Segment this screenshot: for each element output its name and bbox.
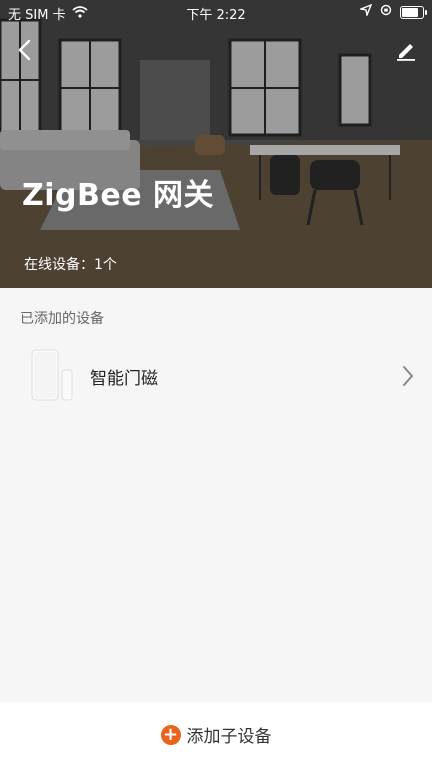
chevron-right-icon [400,364,416,388]
door-sensor-image [30,348,74,402]
battery-icon [400,5,427,19]
add-sub-device-label: 添加子设备 [186,727,272,747]
add-sub-device-button[interactable]: + 添加子设备 [0,722,432,747]
edit-button[interactable] [394,38,418,62]
section-label: 已添加的设备 [20,311,104,327]
chevron-left-icon [18,39,31,61]
room-background-image [0,0,432,288]
device-name: 智能门磁 [90,369,158,389]
orientation-lock-icon [380,4,392,20]
status-bar: 无 SIM 卡 下午 2:22 [0,0,432,24]
bottom-bar: + 添加子设备 [0,702,432,768]
page-title: ZigBee 网关 [22,178,215,213]
online-device-count: 在线设备：1个 [24,257,117,273]
back-button[interactable] [14,38,38,62]
location-arrow-icon [358,3,373,20]
pencil-icon [397,44,415,61]
hero-banner: 无 SIM 卡 下午 2:22 ZigBee 网关 在线设备：1个 [0,0,432,288]
device-row[interactable]: 智能门磁 [0,340,432,410]
plus-icon: + [160,724,181,745]
